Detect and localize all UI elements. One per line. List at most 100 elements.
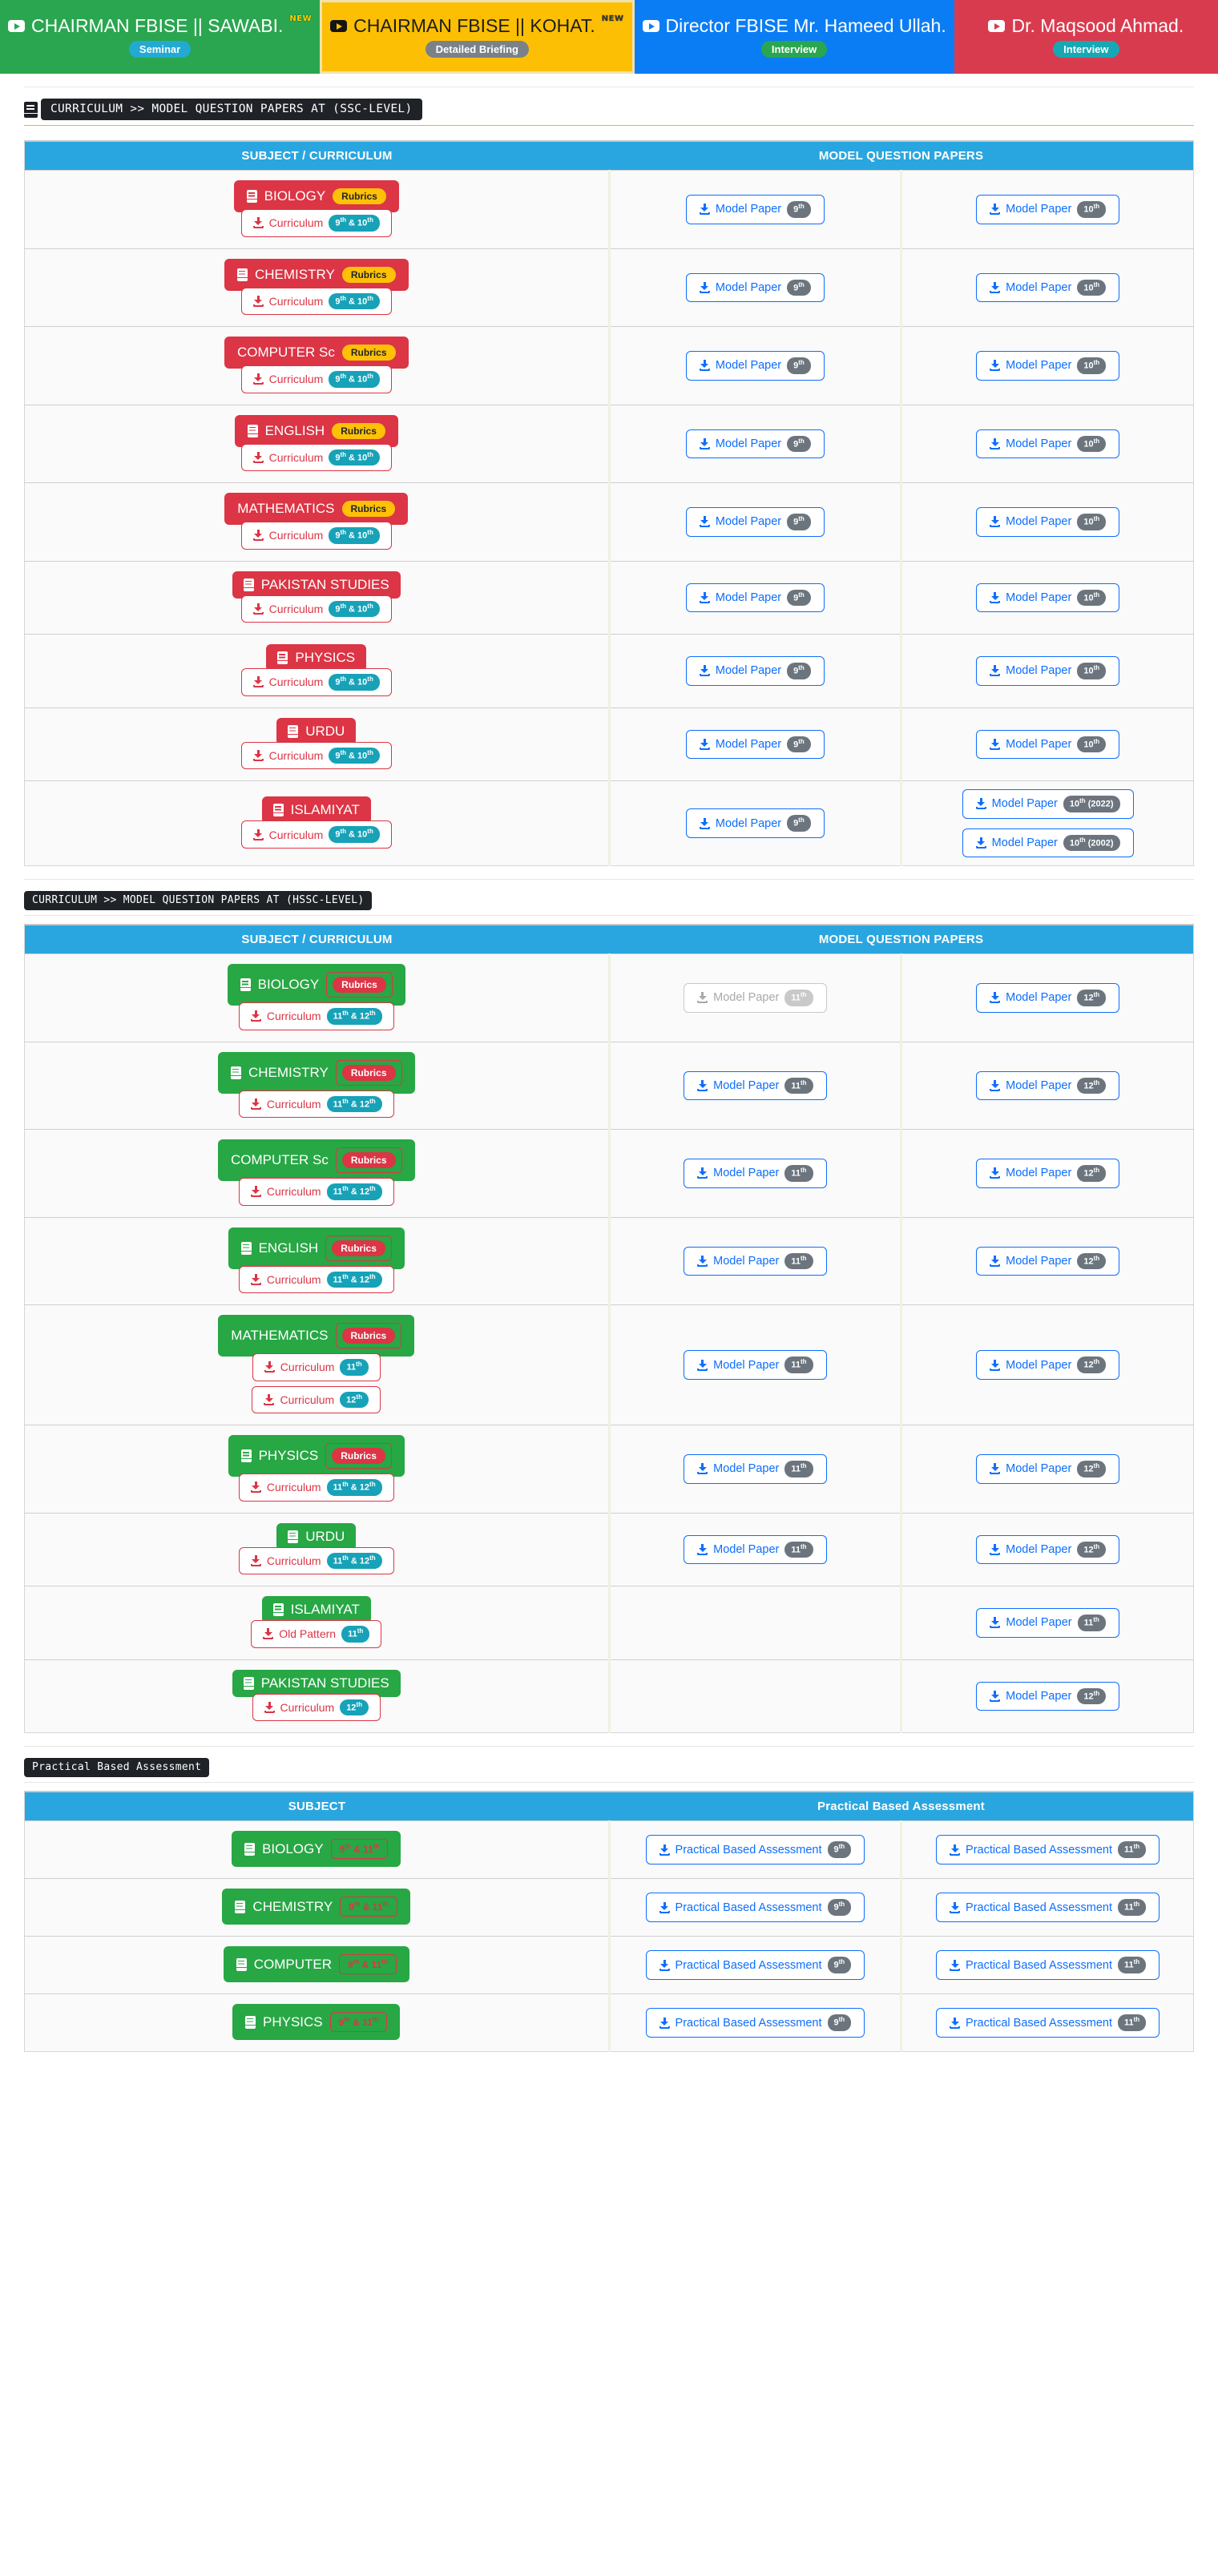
model-paper-link[interactable]: Model Paper 9th	[685, 195, 825, 224]
model-paper-link[interactable]: Model Paper 10th	[976, 272, 1120, 302]
rubrics-box[interactable]: Rubrics	[335, 1059, 402, 1086]
curriculum-link[interactable]: Curriculum 9th & 10th	[240, 820, 392, 849]
subject-button[interactable]: BIOLOGY 9th & 11th	[232, 1831, 401, 1867]
model-paper-link[interactable]: Model Paper 11th	[684, 1070, 827, 1100]
model-paper-link[interactable]: Model Paper 9th	[685, 507, 825, 537]
subject-button[interactable]: URDU	[276, 1522, 357, 1550]
curriculum-link[interactable]: Curriculum 11th & 12th	[238, 1178, 394, 1206]
subject-button[interactable]: CHEMISTRY Rubrics	[218, 1051, 415, 1094]
subject-button[interactable]: ISLAMIYAT	[261, 1596, 371, 1623]
model-paper-link[interactable]: Practical Based Assessment 11th	[936, 1835, 1160, 1864]
curriculum-link[interactable]: Curriculum 11th & 12th	[238, 1002, 394, 1030]
curriculum-link[interactable]: Curriculum 9th & 10th	[240, 287, 392, 315]
subject-button[interactable]: URDU	[276, 717, 357, 745]
model-paper-link[interactable]: Model Paper 12th	[976, 1070, 1120, 1100]
model-paper-link[interactable]: Model Paper 10th	[976, 351, 1120, 381]
model-paper-link[interactable]: Practical Based Assessment 11th	[936, 1950, 1160, 1980]
rubrics-box[interactable]: Rubrics	[335, 1147, 402, 1173]
model-paper-link[interactable]: Model Paper 10th	[976, 507, 1120, 537]
video-banner-item[interactable]: Director FBISE Mr. Hameed Ullah. Intervie…	[634, 0, 954, 74]
model-paper-link[interactable]: Model Paper 9th	[685, 729, 825, 759]
curriculum-link[interactable]: Curriculum 12th	[252, 1693, 381, 1721]
subject-button[interactable]: PAKISTAN STUDIES	[232, 570, 401, 599]
curriculum-link[interactable]: Curriculum 11th & 12th	[238, 1090, 394, 1118]
video-banner-item[interactable]: Dr. Maqsood Ahmad. Interview	[954, 0, 1218, 74]
model-paper-link[interactable]: Model Paper 9th	[685, 583, 825, 612]
curriculum-link[interactable]: Old Pattern 11th	[251, 1620, 382, 1648]
rubrics-badge[interactable]: Rubrics	[333, 977, 386, 993]
subject-button[interactable]: BIOLOGY Rubrics	[227, 964, 405, 1006]
subject-button[interactable]: COMPUTER Sc Rubrics	[224, 337, 409, 369]
rubrics-badge[interactable]: Rubrics	[341, 1064, 396, 1081]
subject-button[interactable]: PHYSICS	[266, 644, 367, 671]
curriculum-link[interactable]: Curriculum 9th & 10th	[240, 595, 392, 623]
model-paper-link[interactable]: Practical Based Assessment 11th	[936, 1893, 1160, 1922]
model-paper-link[interactable]: Model Paper 9th	[685, 656, 825, 686]
rubrics-badge[interactable]: Rubrics	[333, 188, 386, 204]
model-paper-link[interactable]: Model Paper 11th	[684, 1159, 827, 1188]
model-paper-link[interactable]: Model Paper 12th	[976, 1534, 1120, 1564]
subject-button[interactable]: ENGLISH Rubrics	[228, 1227, 405, 1269]
subject-button[interactable]: PHYSICS Rubrics	[228, 1435, 405, 1477]
subject-button[interactable]: ENGLISH Rubrics	[234, 414, 398, 447]
model-paper-link[interactable]: Model Paper 10th	[976, 195, 1120, 224]
model-paper-link[interactable]: Model Paper 11th	[684, 1534, 827, 1564]
subject-button[interactable]: CHEMISTRY Rubrics	[224, 258, 409, 291]
model-paper-link[interactable]: Model Paper 11th	[684, 1246, 827, 1276]
curriculum-link[interactable]: Curriculum 9th & 10th	[240, 209, 392, 237]
model-paper-link[interactable]: Model Paper 10th (2022)	[962, 789, 1134, 819]
model-paper-link[interactable]: Model Paper 12th	[976, 1159, 1120, 1188]
model-paper-link[interactable]: Model Paper 12th	[976, 1350, 1120, 1380]
subject-button[interactable]: CHEMISTRY 9th & 11th	[222, 1889, 411, 1925]
model-paper-link[interactable]: Model Paper 10th	[976, 429, 1120, 458]
rubrics-badge[interactable]: Rubrics	[332, 1240, 385, 1256]
model-paper-link[interactable]: Model Paper 9th	[685, 808, 825, 838]
subject-button[interactable]: MATHEMATICS Rubrics	[218, 1315, 415, 1357]
rubrics-badge[interactable]: Rubrics	[341, 1328, 396, 1344]
curriculum-link[interactable]: Curriculum 9th & 10th	[240, 741, 392, 769]
model-paper-link[interactable]: Model Paper 9th	[685, 429, 825, 458]
model-paper-link[interactable]: Model Paper 10th	[976, 729, 1120, 759]
model-paper-link[interactable]: Model Paper 11th	[976, 1608, 1119, 1638]
curriculum-link[interactable]: Curriculum 11th & 12th	[238, 1265, 394, 1293]
rubrics-box[interactable]: Rubrics	[325, 1235, 392, 1261]
model-paper-link[interactable]: Model Paper 11th	[684, 1350, 827, 1380]
subject-button[interactable]: ISLAMIYAT	[261, 796, 371, 824]
model-paper-link[interactable]: Model Paper 12th	[976, 1246, 1120, 1276]
rubrics-box[interactable]: Rubrics	[325, 1443, 392, 1469]
model-paper-link[interactable]: Model Paper 9th	[685, 351, 825, 381]
curriculum-link[interactable]: Curriculum 9th & 10th	[240, 668, 392, 696]
model-paper-link[interactable]: Practical Based Assessment 9th	[645, 1950, 865, 1980]
model-paper-link[interactable]: Model Paper 11th	[684, 1454, 827, 1484]
rubrics-badge[interactable]: Rubrics	[341, 266, 396, 283]
rubrics-badge[interactable]: Rubrics	[332, 422, 385, 439]
model-paper-link[interactable]: Practical Based Assessment 9th	[645, 2008, 865, 2038]
model-paper-link[interactable]: Model Paper 10th (2002)	[962, 828, 1134, 857]
curriculum-link[interactable]: Curriculum 9th & 10th	[240, 522, 392, 550]
model-paper-link[interactable]: Practical Based Assessment 11th	[936, 2008, 1160, 2038]
subject-button[interactable]: COMPUTER 9th & 11th	[223, 1946, 409, 1982]
curriculum-link[interactable]: Curriculum 9th & 10th	[240, 443, 392, 471]
curriculum-link[interactable]: Curriculum 12th	[252, 1385, 381, 1413]
subject-button[interactable]: COMPUTER Sc Rubrics	[217, 1139, 415, 1181]
curriculum-link[interactable]: Curriculum 9th & 10th	[240, 365, 392, 393]
rubrics-box[interactable]: Rubrics	[326, 972, 393, 998]
subject-button[interactable]: MATHEMATICS Rubrics	[224, 493, 409, 525]
curriculum-link[interactable]: Curriculum 11th & 12th	[238, 1473, 394, 1502]
rubrics-box[interactable]: Rubrics	[335, 1323, 402, 1348]
video-banner-item[interactable]: CHAIRMAN FBISE || SAWABI. NEW Seminar	[0, 0, 321, 74]
model-paper-link[interactable]: Model Paper 9th	[685, 272, 825, 302]
video-banner-item[interactable]: CHAIRMAN FBISE || KOHAT. NEW Detailed Brie…	[320, 0, 635, 74]
curriculum-link[interactable]: Curriculum 11th	[252, 1353, 381, 1381]
model-paper-link[interactable]: Model Paper 12th	[976, 1681, 1120, 1711]
subject-button[interactable]: BIOLOGY Rubrics	[233, 180, 399, 212]
model-paper-link[interactable]: Model Paper 12th	[976, 983, 1120, 1013]
model-paper-link[interactable]: Practical Based Assessment 9th	[645, 1893, 865, 1922]
model-paper-link[interactable]: Model Paper 10th	[976, 656, 1120, 686]
model-paper-link[interactable]: Model Paper 10th	[976, 583, 1120, 612]
rubrics-badge[interactable]: Rubrics	[341, 1152, 396, 1168]
rubrics-badge[interactable]: Rubrics	[332, 1448, 385, 1464]
subject-button[interactable]: PHYSICS 9th & 11th	[232, 2004, 401, 2040]
rubrics-badge[interactable]: Rubrics	[341, 345, 396, 361]
rubrics-badge[interactable]: Rubrics	[341, 501, 396, 517]
